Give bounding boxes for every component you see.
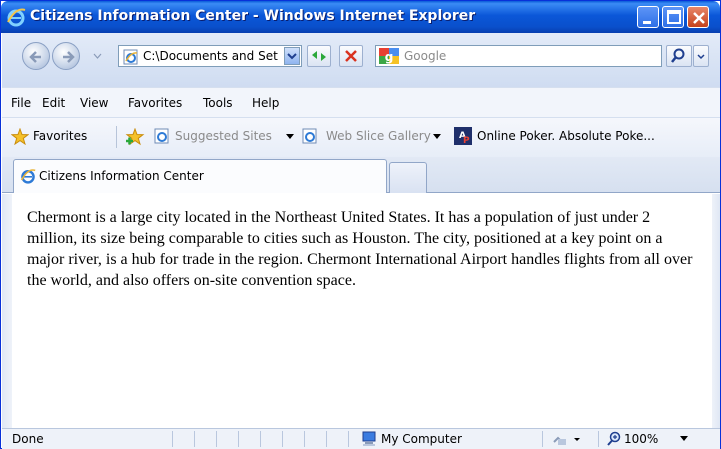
menu-favorites[interactable]: Favorites (128, 96, 182, 110)
search-button[interactable] (666, 45, 692, 67)
svg-text:P: P (463, 136, 470, 145)
status-divider (216, 431, 217, 447)
web-slice-gallery-label: Web Slice Gallery (326, 129, 431, 143)
stop-icon (345, 50, 357, 62)
suggested-sites-label: Suggested Sites (175, 129, 272, 143)
favorite-link-label: Online Poker. Absolute Poke... (477, 129, 655, 143)
status-text: Done (12, 432, 44, 446)
chevron-down-icon[interactable] (680, 436, 688, 442)
menu-tools[interactable]: Tools (203, 96, 233, 110)
chevron-down-icon (287, 53, 297, 60)
status-divider (194, 431, 195, 447)
menu-help[interactable]: Help (252, 96, 279, 110)
maximize-button[interactable] (662, 6, 684, 28)
status-divider (172, 431, 173, 447)
ie-page-icon (302, 128, 317, 144)
menu-file[interactable]: File (11, 96, 31, 110)
status-divider (260, 431, 261, 447)
refresh-button[interactable] (307, 45, 331, 67)
chevron-down-icon (286, 134, 294, 139)
search-magnifier-icon (671, 48, 685, 63)
add-favorite-icon[interactable] (125, 128, 147, 146)
status-divider (348, 431, 349, 447)
frame-left (2, 194, 12, 428)
chevron-down-icon (697, 54, 705, 60)
ie-logo-icon (20, 169, 36, 184)
status-divider (304, 431, 305, 447)
status-divider (326, 431, 327, 447)
status-divider (238, 431, 239, 447)
search-options-button[interactable] (693, 45, 709, 67)
window-title: Citizens Information Center - Windows In… (30, 8, 476, 24)
forward-arrow-icon (63, 51, 75, 63)
favorites-bar: Favorites Suggested Sites Web Slice Gall… (2, 117, 720, 157)
status-bar: Done My Computer 100% (2, 428, 720, 449)
refresh-icon (312, 51, 326, 61)
close-icon (693, 12, 705, 24)
address-dropdown-button[interactable] (284, 47, 300, 65)
close-button[interactable] (687, 6, 709, 28)
address-input[interactable] (143, 48, 283, 64)
page-content: Chermont is a large city located in the … (12, 194, 712, 428)
new-tab-button[interactable] (389, 162, 427, 193)
ie-page-icon (154, 128, 169, 144)
menu-view[interactable]: View (80, 96, 108, 110)
ie-logo-icon (7, 8, 26, 27)
status-divider (282, 431, 283, 447)
zone-label: My Computer (381, 432, 462, 446)
page-icon (123, 49, 138, 65)
favorites-label: Favorites (33, 129, 88, 143)
status-divider (598, 431, 599, 447)
zoom-level: 100% (624, 432, 659, 446)
google-logo-icon: g (379, 48, 399, 64)
status-divider (542, 431, 543, 447)
tab-row: Citizens Information Center (2, 157, 720, 193)
stop-button[interactable] (339, 45, 363, 67)
search-box[interactable]: g (375, 45, 662, 67)
address-bar[interactable] (118, 45, 302, 67)
protected-mode-icon[interactable] (552, 432, 582, 446)
site-logo-icon: A P (454, 127, 472, 145)
chevron-down-icon (433, 134, 441, 139)
forward-button[interactable] (52, 42, 80, 70)
content-paragraph: Chermont is a large city located in the … (27, 209, 693, 289)
tab-label: Citizens Information Center (39, 169, 204, 183)
menu-edit[interactable]: Edit (42, 96, 65, 110)
recent-pages-dropdown-icon[interactable] (93, 51, 102, 60)
browser-window: Citizens Information Center - Windows In… (0, 0, 721, 449)
frame-right (712, 194, 720, 428)
computer-icon (362, 431, 376, 446)
svg-text:g: g (385, 50, 394, 64)
back-arrow-icon (29, 51, 41, 63)
maximize-icon (667, 10, 681, 24)
toolbar-divider (116, 126, 117, 148)
tab-active[interactable]: Citizens Information Center (13, 159, 387, 193)
menu-bar: File Edit View Favorites Tools Help (2, 87, 720, 117)
minimize-button[interactable] (637, 6, 659, 28)
back-button[interactable] (22, 42, 50, 70)
navigation-toolbar: g (2, 33, 720, 87)
favorites-star-icon (11, 128, 29, 145)
title-bar: Citizens Information Center - Windows In… (1, 1, 720, 33)
minimize-icon (643, 21, 651, 24)
search-input[interactable] (404, 48, 654, 64)
zoom-icon (607, 431, 621, 446)
